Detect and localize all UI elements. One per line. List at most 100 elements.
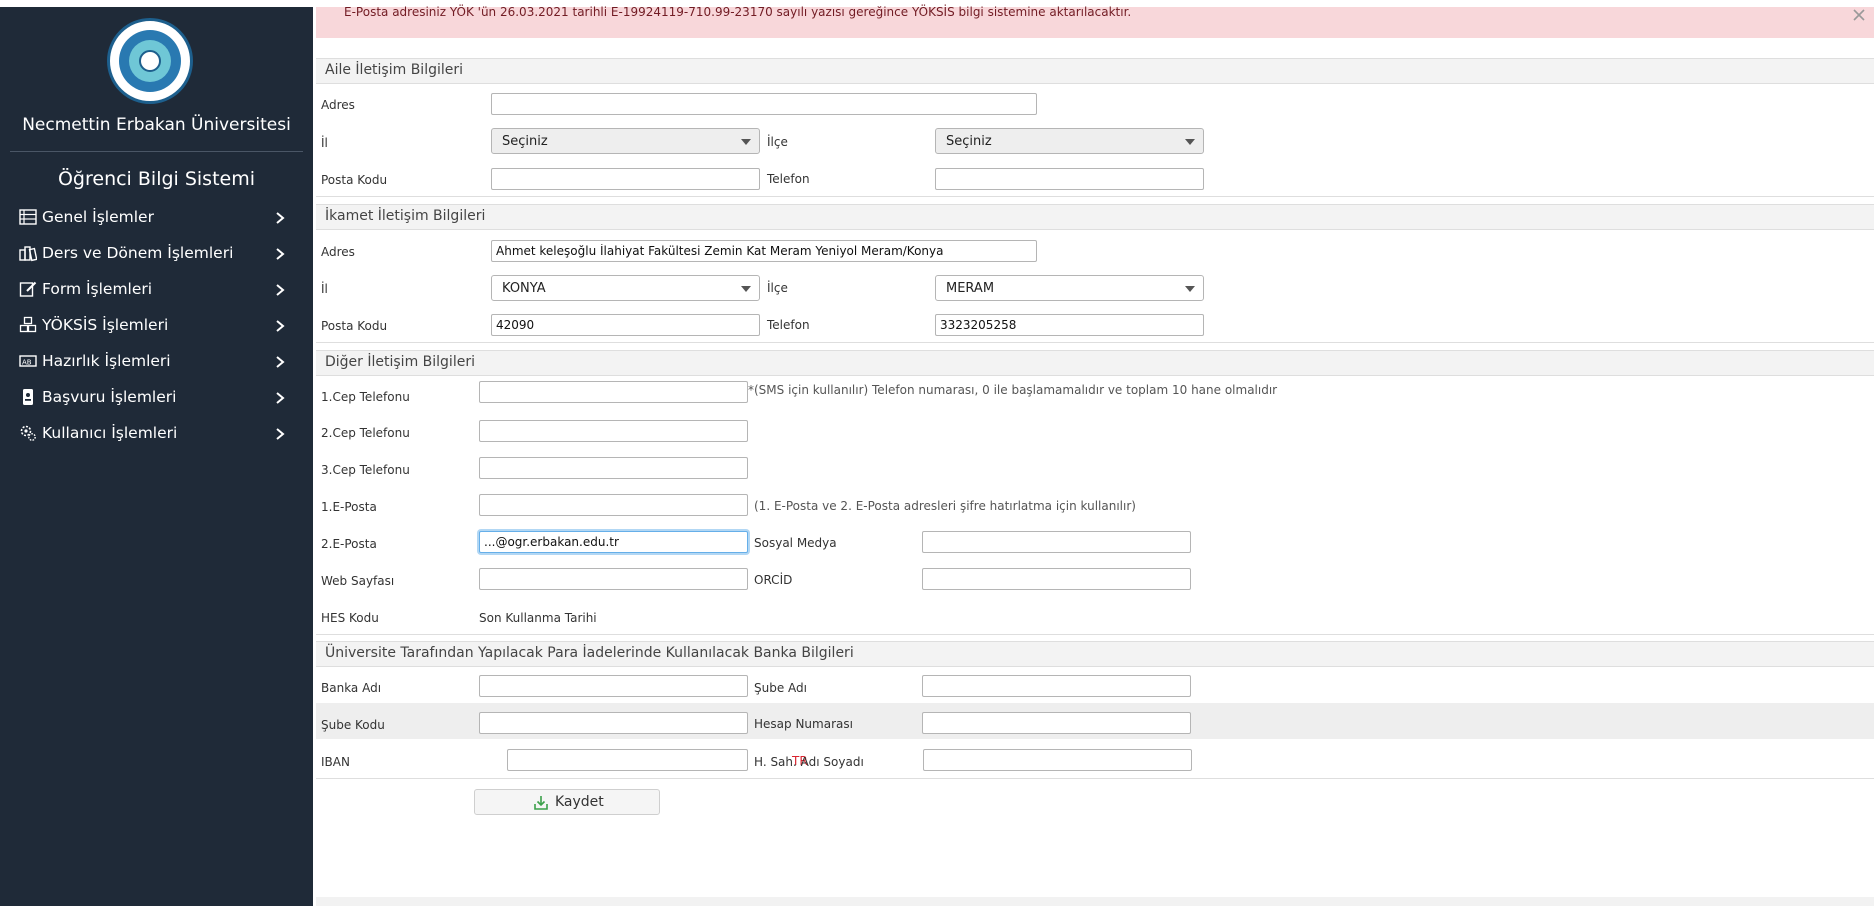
select-value: KONYA [502, 281, 546, 296]
orcid-input[interactable] [922, 568, 1191, 590]
chevron-right-icon [276, 392, 285, 404]
section-title: Aile İletişim Bilgileri [325, 62, 464, 78]
sidebar-item-label: Kullanıcı İşlemleri [42, 424, 178, 442]
iban-label: IBAN [321, 755, 350, 769]
sidebar-item-yoksis[interactable]: YÖKSİS İşlemleri [0, 311, 313, 341]
eposta1-input[interactable] [479, 494, 748, 516]
alert-text: E-Posta adresiniz YÖK 'ün 26.03.2021 tar… [344, 5, 1132, 19]
divider [316, 634, 1874, 635]
aile-telefon-input[interactable] [935, 168, 1204, 190]
section-diger-header: Diğer İletişim Bilgileri [316, 350, 1874, 376]
eposta1-label: 1.E-Posta [321, 500, 377, 514]
download-icon [534, 796, 548, 810]
sidebar-item-kullanici[interactable]: Kullanıcı İşlemleri [0, 419, 313, 449]
aile-posta-label: Posta Kodu [321, 173, 388, 187]
sosyal-medya-input[interactable] [922, 531, 1191, 553]
section-title: İkamet İletişim Bilgileri [325, 208, 486, 224]
ikamet-adres-input[interactable] [491, 240, 1037, 262]
aile-posta-input[interactable] [491, 168, 760, 190]
sidebar-item-basvuru[interactable]: Başvuru İşlemleri [0, 383, 313, 413]
gears-icon [20, 425, 36, 441]
sidebar-item-ders-donem[interactable]: Ders ve Dönem İşlemleri [0, 239, 313, 269]
cep1-hint: *(SMS için kullanılır) Telefon numarası,… [748, 383, 1278, 397]
university-name: Necmettin Erbakan Üniversitesi [22, 115, 291, 135]
ikamet-il-select[interactable]: KONYA [491, 275, 760, 301]
web-sayfasi-label: Web Sayfası [321, 574, 395, 588]
hesap-sahibi-label: H. Sah. Adı Soyadı [754, 755, 864, 769]
aile-telefon-label: Telefon [767, 172, 810, 186]
books-icon [19, 246, 37, 262]
close-icon[interactable] [1850, 6, 1868, 24]
sidebar-item-label: Ders ve Dönem İşlemleri [42, 244, 234, 262]
sube-adi-input[interactable] [922, 675, 1191, 697]
hesap-numarasi-input[interactable] [922, 712, 1191, 734]
cubes-icon [19, 316, 37, 333]
sube-kodu-input[interactable] [479, 712, 748, 734]
edit-icon [19, 281, 37, 297]
hes-kodu-label: HES Kodu [321, 611, 379, 625]
select-value: Seçiniz [946, 134, 992, 149]
sidebar-item-label: YÖKSİS İşlemleri [42, 316, 169, 334]
banka-adi-input[interactable] [479, 675, 748, 697]
ikamet-adres-label: Adres [321, 245, 355, 259]
section-ikamet-header: İkamet İletişim Bilgileri [316, 204, 1874, 230]
chevron-right-icon [276, 212, 285, 224]
footer-strip [316, 897, 1874, 906]
sosyal-medya-label: Sosyal Medya [754, 536, 837, 550]
iban-input[interactable] [507, 749, 748, 771]
ikamet-telefon-label: Telefon [767, 318, 810, 332]
eposta-hint: (1. E-Posta ve 2. E-Posta adresleri şifr… [754, 499, 1136, 513]
eposta2-input[interactable] [479, 531, 748, 553]
sidebar: Necmettin Erbakan Üniversitesi Öğrenci B… [0, 7, 313, 906]
chevron-right-icon [276, 320, 285, 332]
sidebar-item-label: Başvuru İşlemleri [42, 388, 177, 406]
hesap-sahibi-input[interactable] [923, 749, 1192, 771]
cep2-input[interactable] [479, 420, 748, 442]
caret-down-icon [741, 286, 751, 292]
section-title: Diğer İletişim Bilgileri [325, 354, 475, 370]
caret-down-icon [1185, 286, 1195, 292]
caret-down-icon [741, 139, 751, 145]
sube-kodu-label: Şube Kodu [321, 718, 385, 732]
section-aile-header: Aile İletişim Bilgileri [316, 58, 1874, 84]
cep1-label: 1.Cep Telefonu [321, 390, 410, 404]
chevron-right-icon [276, 428, 285, 440]
banka-adi-label: Banka Adı [321, 681, 382, 695]
aile-il-select[interactable]: Seçiniz [491, 128, 760, 154]
alphabet-icon: AB [19, 355, 37, 367]
caret-down-icon [1185, 139, 1195, 145]
cep2-label: 2.Cep Telefonu [321, 426, 410, 440]
cep3-input[interactable] [479, 457, 748, 479]
hesap-numarasi-label: Hesap Numarası [754, 717, 853, 731]
select-value: MERAM [946, 281, 995, 296]
list-icon [19, 209, 37, 225]
sidebar-item-form[interactable]: Form İşlemleri [0, 275, 313, 305]
sidebar-item-hazirlik[interactable]: AB Hazırlık İşlemleri [0, 347, 313, 377]
aile-adres-input[interactable] [491, 93, 1037, 115]
divider [316, 342, 1874, 343]
son-kullanma-label: Son Kullanma Tarihi [479, 611, 597, 625]
chevron-right-icon [276, 356, 285, 368]
ikamet-ilce-label: İlçe [767, 281, 788, 295]
section-title: Üniversite Tarafından Yapılacak Para İad… [325, 645, 854, 661]
system-name: Öğrenci Bilgi Sistemi [57, 168, 256, 190]
sidebar-item-label: Hazırlık İşlemleri [42, 352, 171, 370]
sidebar-item-genel[interactable]: Genel İşlemler [0, 203, 313, 233]
cep3-label: 3.Cep Telefonu [321, 463, 410, 477]
main-content: E-Posta adresiniz YÖK 'ün 26.03.2021 tar… [313, 0, 1874, 906]
alert-banner: E-Posta adresiniz YÖK 'ün 26.03.2021 tar… [316, 5, 1874, 38]
web-sayfasi-input[interactable] [479, 568, 748, 590]
save-button[interactable]: Kaydet [474, 789, 660, 815]
ikamet-telefon-input[interactable] [935, 314, 1204, 336]
divider [316, 778, 1874, 779]
aile-ilce-label: İlçe [767, 135, 788, 149]
aile-ilce-select[interactable]: Seçiniz [935, 128, 1204, 154]
aile-adres-label: Adres [321, 98, 355, 112]
cep1-input[interactable] [479, 381, 748, 403]
ikamet-posta-label: Posta Kodu [321, 319, 388, 333]
ikamet-ilce-select[interactable]: MERAM [935, 275, 1204, 301]
ikamet-posta-input[interactable] [491, 314, 760, 336]
divider [316, 196, 1874, 197]
orcid-label: ORCİD [754, 573, 793, 587]
chevron-right-icon [276, 248, 285, 260]
